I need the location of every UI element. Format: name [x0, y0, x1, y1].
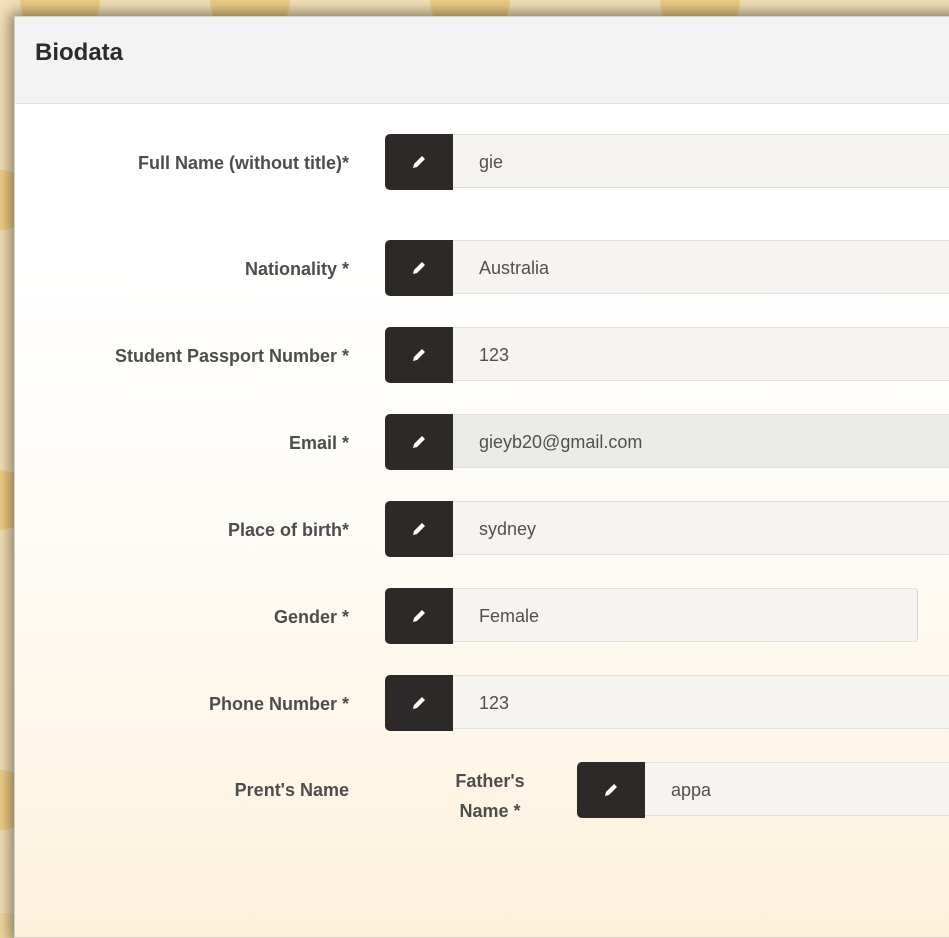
gender-label: Gender *	[273, 607, 349, 627]
panel-header: Biodata	[15, 17, 949, 104]
full-name-edit-button[interactable]	[385, 134, 453, 190]
father-name-label: Father's Name *	[440, 766, 540, 826]
email-label: Email *	[288, 433, 349, 453]
father-name-label-line1: Father's	[455, 771, 525, 791]
pencil-icon	[413, 523, 425, 535]
nationality-label: Nationality *	[244, 259, 349, 279]
gender-field: Female	[385, 588, 918, 644]
place-of-birth-edit-button[interactable]	[385, 501, 453, 557]
pencil-icon	[413, 697, 425, 709]
email-input[interactable]: gieyb20@gmail.com	[453, 414, 949, 468]
phone-input[interactable]: 123	[453, 675, 949, 729]
gender-edit-button[interactable]	[385, 588, 453, 644]
pencil-icon	[413, 436, 425, 448]
nationality-edit-button[interactable]	[385, 240, 453, 296]
phone-label: Phone Number *	[208, 694, 349, 714]
passport-field: 123	[385, 327, 949, 383]
gender-select[interactable]: Female	[453, 588, 918, 642]
full-name-input[interactable]: gie	[453, 134, 949, 188]
full-name-label: Full Name (without title)*	[138, 153, 349, 173]
place-of-birth-input[interactable]: sydney	[453, 501, 949, 555]
pencil-icon	[413, 349, 425, 361]
email-edit-button[interactable]	[385, 414, 453, 470]
passport-input[interactable]: 123	[453, 327, 949, 381]
phone-edit-button[interactable]	[385, 675, 453, 731]
pencil-icon	[413, 610, 425, 622]
pencil-icon	[413, 156, 425, 168]
pencil-icon	[413, 262, 425, 274]
passport-label: Student Passport Number *	[114, 346, 349, 366]
panel-title: Biodata	[35, 39, 124, 66]
place-of-birth-label: Place of birth*	[227, 520, 349, 540]
place-of-birth-field: sydney	[385, 501, 949, 557]
email-field: gieyb20@gmail.com	[385, 414, 949, 470]
passport-edit-button[interactable]	[385, 327, 453, 383]
father-name-label-line2: Name *	[459, 801, 521, 821]
father-name-edit-button[interactable]	[577, 762, 645, 818]
parents-name-label: Prent's Name	[234, 780, 349, 800]
nationality-input[interactable]: Australia	[453, 240, 949, 294]
phone-field: 123	[385, 675, 949, 731]
nationality-field: Australia	[385, 240, 949, 296]
full-name-field: gie	[385, 134, 949, 190]
father-name-field: appa	[577, 762, 949, 818]
pencil-icon	[605, 784, 617, 796]
father-name-input[interactable]: appa	[645, 762, 949, 816]
